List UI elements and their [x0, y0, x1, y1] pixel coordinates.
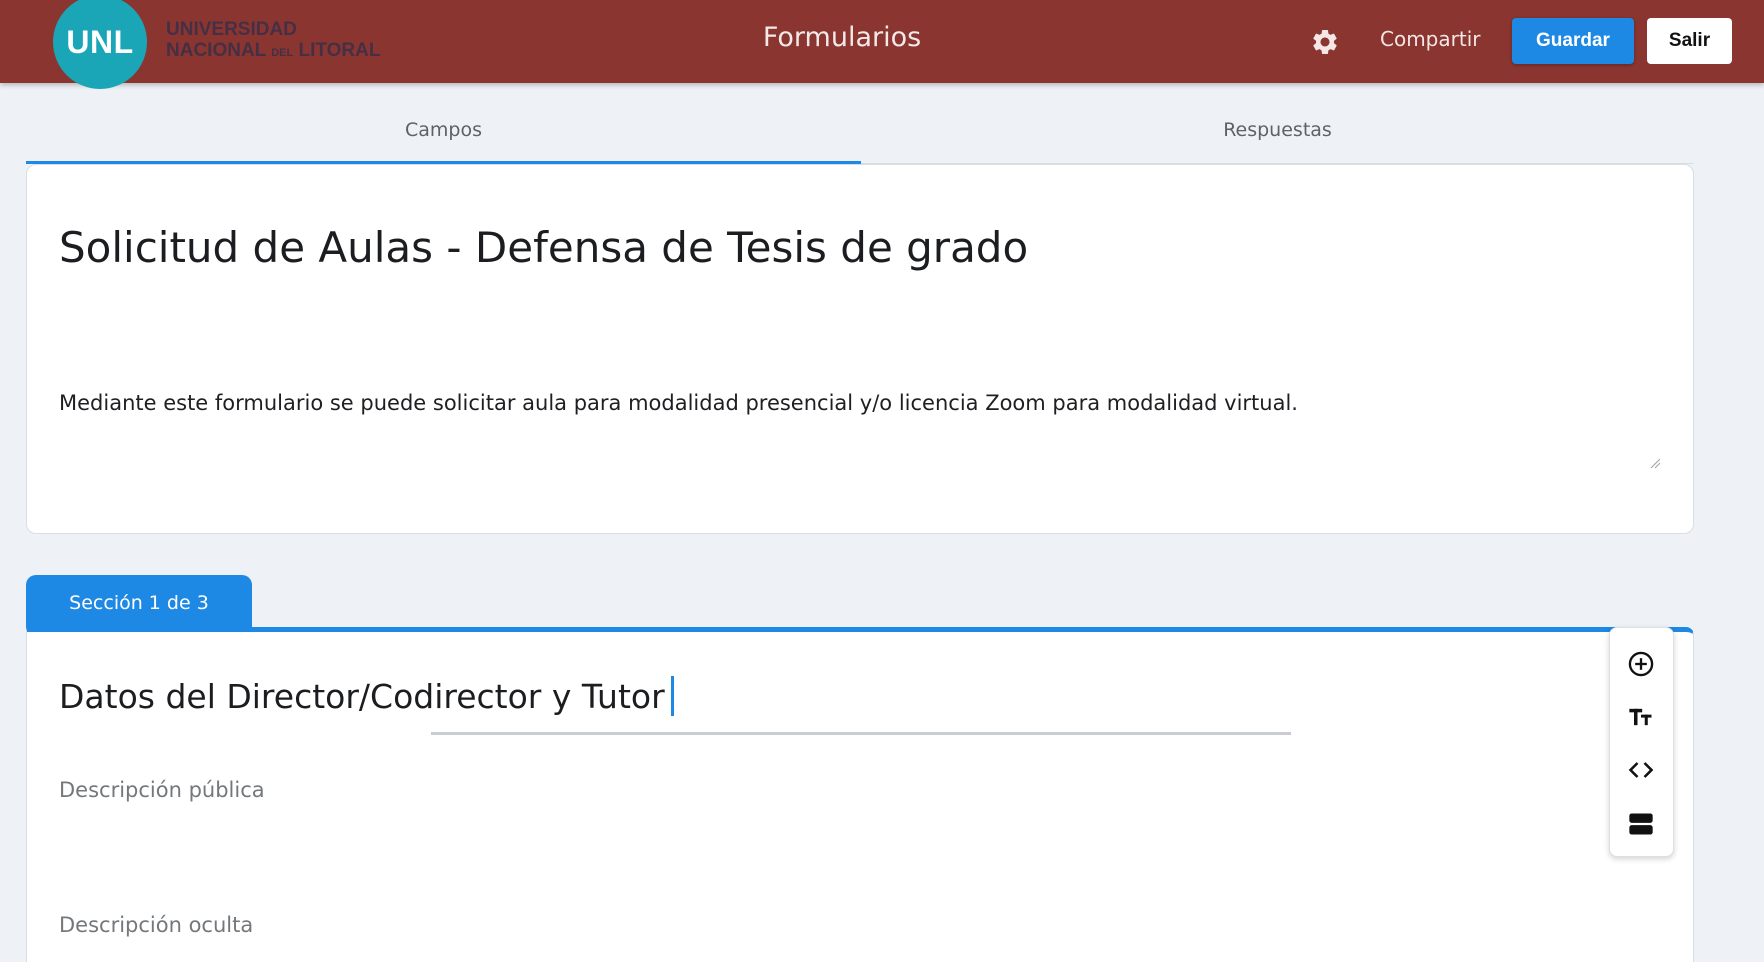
- form-title-input[interactable]: Solicitud de Aulas - Defensa de Tesis de…: [59, 223, 1028, 272]
- add-field-button[interactable]: [1625, 648, 1657, 680]
- text-size-icon: [1629, 708, 1652, 726]
- add-text-button[interactable]: [1625, 701, 1657, 733]
- tab-respuestas[interactable]: Respuestas: [861, 105, 1694, 164]
- text-cursor: [670, 676, 674, 716]
- section-icon: [1629, 813, 1653, 835]
- share-link[interactable]: Compartir: [1380, 27, 1480, 51]
- code-icon: [1628, 762, 1654, 778]
- gear-icon[interactable]: [1310, 27, 1340, 57]
- section-title-underline: [431, 732, 1291, 735]
- section-title-input[interactable]: Datos del Director/Codirector y Tutor: [59, 676, 674, 716]
- top-header: UNL UNIVERSIDAD NACIONAL DEL LITORAL For…: [0, 0, 1764, 89]
- section-title-text: Datos del Director/Codirector y Tutor: [59, 677, 665, 716]
- section-tab: Sección 1 de 3: [26, 575, 252, 631]
- exit-button[interactable]: Salir: [1647, 18, 1732, 64]
- tab-campos[interactable]: Campos: [26, 105, 861, 164]
- hidden-description-field[interactable]: Descripción oculta: [59, 913, 253, 937]
- add-section-button[interactable]: [1625, 808, 1657, 840]
- form-description-textarea[interactable]: Mediante este formulario se puede solici…: [59, 391, 1649, 415]
- add-circle-icon: [1628, 651, 1654, 677]
- public-description-field[interactable]: Descripción pública: [59, 778, 265, 802]
- floating-toolbar: [1609, 627, 1674, 857]
- add-embed-button[interactable]: [1625, 754, 1657, 786]
- section-card: Datos del Director/Codirector y Tutor De…: [26, 627, 1694, 962]
- save-button[interactable]: Guardar: [1512, 18, 1634, 64]
- resize-handle-icon[interactable]: [1649, 457, 1661, 469]
- form-header-card: Solicitud de Aulas - Defensa de Tesis de…: [26, 164, 1694, 534]
